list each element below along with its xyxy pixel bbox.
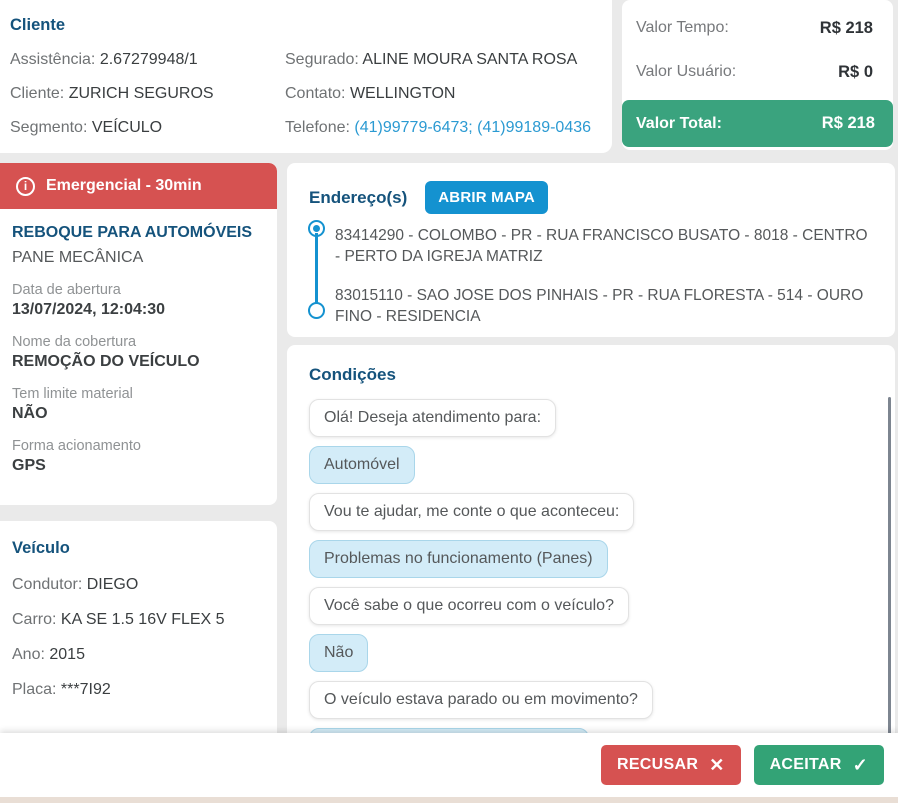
material-limit-group: Tem limite material NÃO [12,386,261,423]
year-field: Ano: 2015 [12,644,263,666]
reject-button-label: RECUSAR [616,756,699,773]
phone-field: Telefone: (41)99779-6473; (41)99189-0436 [285,117,591,139]
check-icon: ✓ [852,754,868,775]
assistance-value: 2.67279948/1 [99,51,198,68]
activation-form-label: Forma acionamento [12,438,141,454]
plate-label: Placa: [12,681,57,698]
total-value-bar: Valor Total: R$ 218 [622,100,893,147]
accept-button[interactable]: ACEITAR ✓ [753,745,884,785]
client-label: Cliente: [10,85,65,102]
plate-field: Placa: ***7I92 [12,679,263,701]
vehicle-card: Veículo Condutor: DIEGO Carro: KA SE 1.5… [0,521,277,743]
coverage-name-group: Nome da cobertura REMOÇÃO DO VEÍCULO [12,334,261,371]
contact-label: Contato: [285,85,346,102]
user-value-amount: R$ 0 [838,62,873,81]
service-title: REBOQUE PARA AUTOMÓVEIS [12,224,253,241]
route-line [315,233,318,307]
price-row-user: Valor Usuário: R$ 0 [622,50,893,94]
info-icon: i [16,176,35,196]
total-value-label: Valor Total: [636,114,722,132]
chat-answer: Problemas no funcionamento (Panes) [309,540,608,578]
right-column: Endereço(s) ABRIR MAPA 83414290 - COLOMB… [287,163,895,743]
coverage-name-label: Nome da cobertura [12,334,137,350]
x-icon: ✕ [709,754,725,775]
open-date-value: 13/07/2024, 12:04:30 [12,301,166,318]
conditions-scrollbar[interactable] [888,397,891,739]
segment-value: VEÍCULO [91,119,163,136]
chat-answer: Não [309,634,369,672]
segment-label: Segmento: [10,119,88,136]
price-row-time: Valor Tempo: R$ 218 [622,6,893,50]
conditions-title: Condições [309,365,396,384]
insured-field: Segurado: ALINE MOURA SANTA ROSA [285,49,591,71]
client-fields-right: Segurado: ALINE MOURA SANTA ROSA Contato… [285,49,591,139]
insured-value: ALINE MOURA SANTA ROSA [362,51,578,68]
client-card: Cliente Assistência: 2.67279948/1 Client… [0,0,612,153]
route-destination-icon [308,302,325,319]
car-field: Carro: KA SE 1.5 16V FLEX 5 [12,609,263,631]
main-row: i Emergencial - 30min REBOQUE PARA AUTOM… [0,163,898,743]
activation-form-value: GPS [12,457,46,474]
open-date-group: Data de abertura 13/07/2024, 12:04:30 [12,282,261,319]
client-card-title: Cliente [10,16,66,34]
chat-question: Vou te ajudar, me conte o que aconteceu: [309,493,635,531]
service-body: REBOQUE PARA AUTOMÓVEIS PANE MECÂNICA Da… [0,209,277,475]
assistance-label: Assistência: [10,51,96,68]
pricing-card: Valor Tempo: R$ 218 Valor Usuário: R$ 0 … [622,0,893,150]
vehicle-card-title: Veículo [12,539,70,557]
year-label: Ano: [12,646,45,663]
origin-address: 83414290 - COLOMBO - PR - RUA FRANCISCO … [335,227,868,265]
client-fields: Assistência: 2.67279948/1 Cliente: ZURIC… [10,49,598,139]
user-value-label: Valor Usuário: [636,63,737,80]
chat-question: Você sabe o que ocorreu com o veículo? [309,587,629,625]
phone-label: Telefone: [285,119,350,136]
service-card: i Emergencial - 30min REBOQUE PARA AUTOM… [0,163,277,505]
year-value: 2015 [49,646,85,663]
contact-value: WELLINGTON [349,85,456,102]
chat-answer: Automóvel [309,446,415,484]
destination-address: 83015110 - SAO JOSE DOS PINHAIS - PR - R… [335,287,864,325]
address-list: 83414290 - COLOMBO - PR - RUA FRANCISCO … [287,214,895,327]
chat-question: Olá! Deseja atendimento para: [309,399,557,437]
activation-form-group: Forma acionamento GPS [12,438,261,475]
plate-value: ***7I92 [60,681,111,698]
emergency-banner-label: Emergencial - 30min [46,177,202,194]
coverage-name-value: REMOÇÃO DO VEÍCULO [12,353,200,370]
phone-numbers-link[interactable]: (41)99779-6473; (41)99189-0436 [354,119,591,136]
client-field: Cliente: ZURICH SEGUROS [10,83,285,105]
top-row: Cliente Assistência: 2.67279948/1 Client… [0,0,898,163]
driver-label: Condutor: [12,576,83,593]
client-fields-left: Assistência: 2.67279948/1 Cliente: ZURIC… [10,49,285,139]
time-value-label: Valor Tempo: [636,19,729,36]
time-value-amount: R$ 218 [819,18,873,37]
car-label: Carro: [12,611,57,628]
conditions-card: Condições Olá! Deseja atendimento para: … [287,345,895,743]
chat-question: O veículo estava parado ou em movimento? [309,681,653,719]
emergency-banner: i Emergencial - 30min [0,163,277,209]
material-limit-label: Tem limite material [12,386,133,402]
address-card: Endereço(s) ABRIR MAPA 83414290 - COLOMB… [287,163,895,337]
address-card-title: Endereço(s) [309,187,408,207]
driver-value: DIEGO [86,576,139,593]
material-limit-value: NÃO [12,405,48,422]
assistance-field: Assistência: 2.67279948/1 [10,49,285,71]
insured-label: Segurado: [285,51,359,68]
address-header: Endereço(s) ABRIR MAPA [287,163,895,214]
service-request-screen: Cliente Assistência: 2.67279948/1 Client… [0,0,898,803]
left-column: i Emergencial - 30min REBOQUE PARA AUTOM… [0,163,277,743]
car-value: KA SE 1.5 16V FLEX 5 [60,611,225,628]
open-map-button[interactable]: ABRIR MAPA [425,181,548,214]
client-value: ZURICH SEGUROS [68,85,214,102]
service-subtitle: PANE MECÂNICA [12,249,144,266]
driver-field: Condutor: DIEGO [12,574,263,596]
segment-field: Segmento: VEÍCULO [10,117,285,139]
total-value-amount: R$ 218 [821,114,875,132]
action-footer: RECUSAR ✕ ACEITAR ✓ [0,733,898,797]
open-date-label: Data de abertura [12,282,121,298]
contact-field: Contato: WELLINGTON [285,83,591,105]
bottom-strip [0,797,898,803]
reject-button[interactable]: RECUSAR ✕ [600,745,741,785]
accept-button-label: ACEITAR [769,756,842,773]
